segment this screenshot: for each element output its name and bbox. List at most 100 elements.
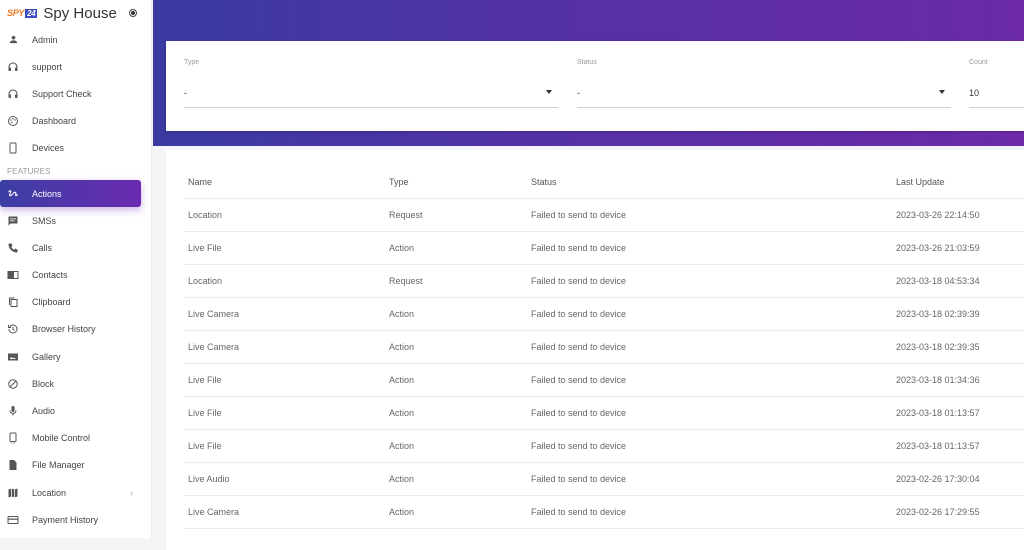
main-content: Type - Status - Count 10 Name Type Statu… (153, 0, 1024, 550)
brand-name: Spy House (43, 4, 117, 22)
sidebar-item-label: Location (32, 487, 67, 498)
sidebar-item-payment-history[interactable]: Payment History (0, 506, 151, 533)
table-row[interactable]: Live Camera Action Failed to send to devic… (184, 330, 1024, 364)
top-nav: Admin support Support Check Dashboard Device… (0, 26, 151, 162)
cell-last-update: 2023-03-18 01:34:36 (896, 363, 1024, 398)
cell-type: Action (389, 462, 531, 497)
column-header-last-update[interactable]: Last Update (896, 166, 1024, 199)
gesture-icon (7, 188, 19, 200)
cell-name: Live File (184, 231, 389, 265)
sidebar-item-label: Support Check (32, 88, 92, 99)
cell-last-update: 2023-03-18 02:39:39 (896, 297, 1024, 331)
logo: SPY 24 (7, 8, 38, 18)
cell-status: Failed to send to device (531, 264, 896, 298)
sidebar-item-admin[interactable]: Admin (0, 26, 151, 53)
cell-name: Live Camera (184, 330, 389, 364)
person-icon (7, 34, 19, 46)
cell-status: Failed to send to device (531, 396, 896, 431)
type-underline (184, 107, 558, 108)
image-icon (7, 351, 19, 363)
sidebar-item-smss[interactable]: SMSs (0, 207, 151, 234)
sidebar-item-location[interactable]: Location › (0, 479, 151, 506)
sidebar-item-audio[interactable]: Audio (0, 397, 151, 424)
section-label-features: FEATURES (7, 166, 51, 176)
sidebar-item-contacts[interactable]: Contacts (0, 262, 151, 289)
sidebar-item-actions[interactable]: Actions (0, 179, 141, 208)
cell-name: Live Camera (184, 495, 389, 530)
column-header-status[interactable]: Status (531, 166, 896, 199)
status-label: Status (577, 59, 597, 66)
dropdown-arrow-icon[interactable] (546, 90, 552, 94)
mobile-control-icon (7, 432, 19, 444)
cell-type: Action (389, 396, 531, 431)
cell-type: Action (389, 363, 531, 398)
sidebar-item-label: Gallery (32, 351, 61, 362)
column-header-type[interactable]: Type (389, 166, 531, 199)
sidebar-item-devices[interactable]: Devices (0, 135, 151, 162)
table-header-row: Name Type Status Last Update (184, 166, 1024, 199)
sidebar-item-clipboard[interactable]: Clipboard (0, 289, 151, 316)
file-icon (7, 459, 19, 471)
sidebar-item-label: Payment History (32, 514, 99, 525)
cell-last-update: 2023-03-26 22:14:50 (896, 198, 1024, 232)
cell-status: Failed to send to device (531, 231, 896, 265)
table-row[interactable]: Live Audio Action Failed to send to device… (184, 462, 1024, 497)
cell-status: Failed to send to device (531, 495, 896, 530)
type-value: - (184, 88, 187, 98)
cell-type: Action (389, 495, 531, 530)
sidebar-toggle-icon[interactable] (129, 9, 137, 17)
cell-last-update: 2023-03-18 01:13:57 (896, 429, 1024, 464)
table-row[interactable]: Live Camera Action Failed to send to devic… (184, 495, 1024, 530)
sidebar-item-support[interactable]: support (0, 53, 151, 80)
copy-icon (7, 296, 19, 308)
table-row[interactable]: Live File Action Failed to send to device 2… (184, 396, 1024, 431)
table-row[interactable]: Live File Action Failed to send to device 2… (184, 231, 1024, 265)
cell-name: Live Audio (184, 462, 389, 497)
cell-status: Failed to send to device (531, 462, 896, 497)
cell-last-update: 2023-03-18 04:53:34 (896, 264, 1024, 298)
table-row[interactable]: Location Request Failed to send to device 2… (184, 198, 1024, 232)
cell-name: Live File (184, 363, 389, 398)
sidebar-item-support-check[interactable]: Support Check (0, 80, 151, 107)
sidebar-item-label: Devices (32, 143, 65, 154)
cell-status: Failed to send to device (531, 363, 896, 398)
sidebar-item-label: support (32, 61, 63, 72)
cell-type: Request (389, 264, 531, 298)
block-icon (7, 378, 19, 390)
cell-type: Action (389, 231, 531, 265)
filter-card: Type - Status - Count 10 (166, 41, 1024, 131)
table-row[interactable]: Location Request Failed to send to device 2… (184, 264, 1024, 298)
column-header-name[interactable]: Name (184, 166, 389, 199)
sidebar-item-dashboard[interactable]: Dashboard (0, 108, 151, 135)
cell-last-update: 2023-03-18 01:13:57 (896, 396, 1024, 431)
count-value[interactable]: 10 (969, 88, 979, 98)
cell-type: Request (389, 198, 531, 232)
cell-type: Action (389, 330, 531, 364)
sidebar-item-file-manager[interactable]: File Manager (0, 452, 151, 479)
cell-last-update: 2023-03-18 02:39:35 (896, 330, 1024, 364)
cell-last-update: 2023-03-26 21:03:59 (896, 231, 1024, 265)
sidebar-item-mobile-control[interactable]: Mobile Control (0, 425, 151, 452)
sidebar-item-block[interactable]: Block (0, 370, 151, 397)
sidebar: SPY 24 Spy House Admin support Support Chec… (0, 0, 152, 538)
sidebar-item-browser-history[interactable]: Browser History (0, 316, 151, 343)
palette-icon (7, 115, 19, 127)
phone-icon (7, 142, 19, 154)
chevron-right-icon[interactable]: › (130, 488, 133, 498)
sidebar-item-label: SMSs (32, 215, 57, 226)
history-icon (7, 323, 19, 335)
cell-status: Failed to send to device (531, 429, 896, 464)
table-row[interactable]: Live File Action Failed to send to device 2… (184, 429, 1024, 464)
headset-icon (7, 88, 19, 100)
headset-icon (7, 61, 19, 73)
sidebar-item-label: Actions (32, 188, 62, 199)
logo-text: SPY (7, 8, 25, 18)
sidebar-item-gallery[interactable]: Gallery (0, 343, 151, 370)
table-row[interactable]: Live File Action Failed to send to device 2… (184, 363, 1024, 398)
cell-name: Location (184, 198, 389, 232)
table-row[interactable]: Live Camera Action Failed to send to devic… (184, 297, 1024, 331)
sidebar-item-label: Clipboard (32, 297, 71, 308)
dropdown-arrow-icon[interactable] (939, 90, 945, 94)
sidebar-item-calls[interactable]: Calls (0, 234, 151, 261)
cell-type: Action (389, 429, 531, 464)
